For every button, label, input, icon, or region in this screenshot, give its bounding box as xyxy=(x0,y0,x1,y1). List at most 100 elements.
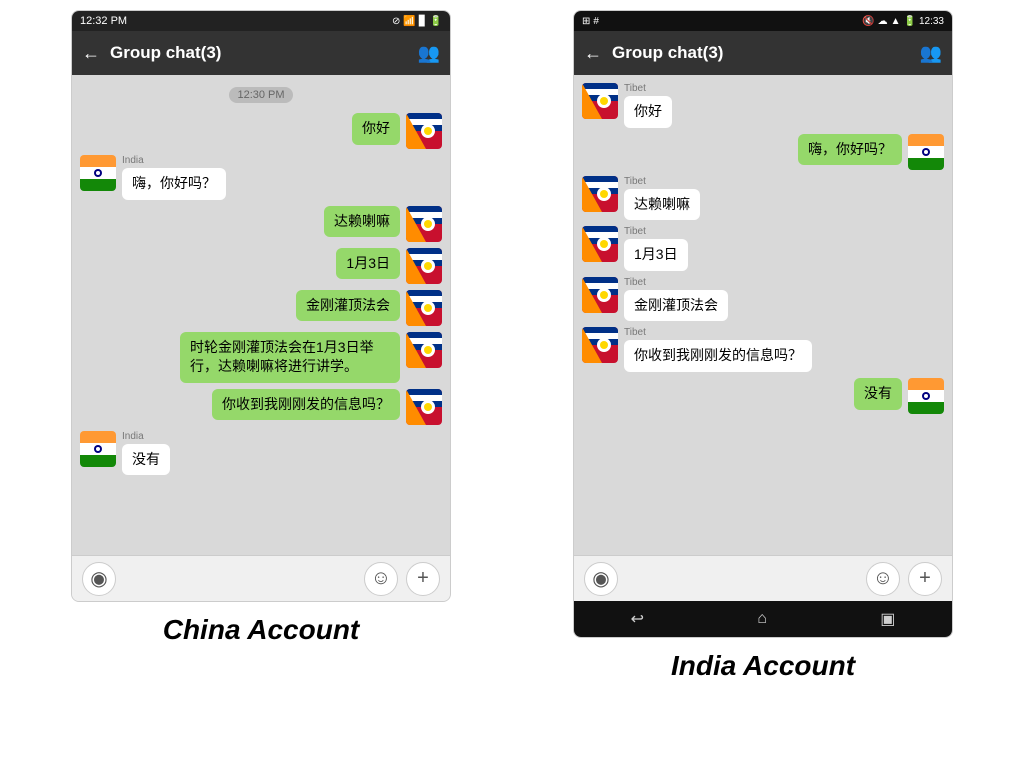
china-msg-4: 1月3日 xyxy=(80,248,442,284)
china-msg-8-content: India 没有 xyxy=(122,431,170,476)
china-msg-1-bubble: 你好 xyxy=(352,113,400,145)
china-msg-4-avatar xyxy=(406,248,442,284)
india-app-header: ← Group chat(3) 👥 xyxy=(574,31,952,75)
india-voice-icon: ◉ xyxy=(592,566,609,591)
battery-icon: 🔋 xyxy=(430,16,442,27)
china-emoji-button[interactable]: ☺ xyxy=(364,562,398,596)
india-msg-2-content: 嗨，你好吗？ xyxy=(798,134,902,166)
india-msg-3-content: Tibet 达赖喇嘛 xyxy=(624,176,700,221)
china-msg-5-avatar xyxy=(406,290,442,326)
india-emoji-button[interactable]: ☺ xyxy=(866,562,900,596)
china-msg-7-bubble: 你收到我刚刚发的信息吗？ xyxy=(212,389,400,421)
india-msg-3-sender: Tibet xyxy=(624,176,700,187)
india-msg-6-content: Tibet 你收到我刚刚发的信息吗？ xyxy=(624,327,812,372)
china-msg-5: 金刚灌顶法会 xyxy=(80,290,442,326)
india-msg-7-bubble: 没有 xyxy=(854,378,902,410)
china-phone-container: 12:32 PM ⊘ 📶 ▊ 🔋 ← Group chat(3) 👥 12:30… xyxy=(20,10,502,646)
india-emoji-icon: ☺ xyxy=(873,567,893,590)
india-wifi-icon: ☁ xyxy=(878,16,888,27)
india-voice-button[interactable]: ◉ xyxy=(584,562,618,596)
india-msg-1-sender: Tibet xyxy=(624,83,672,94)
india-msg-2: 嗨，你好吗？ xyxy=(582,134,944,170)
india-plus-icon: + xyxy=(919,567,931,590)
india-status-bar: ⊞ # 🔇 ☁ ▲ 🔋 12:33 xyxy=(574,11,952,31)
china-msg-1-avatar xyxy=(406,113,442,149)
china-msg-3-bubble: 达赖喇嘛 xyxy=(324,206,400,238)
india-battery-icon: 🔋 xyxy=(904,16,916,27)
india-msg-7-avatar xyxy=(908,378,944,414)
india-android-nav: ↩ ⌂ ▣ xyxy=(574,601,952,637)
china-msg-2-bubble: 嗨，你好吗？ xyxy=(122,168,226,200)
android-home-button[interactable]: ⌂ xyxy=(757,610,767,628)
android-back-button[interactable]: ↩ xyxy=(631,609,644,629)
india-label: India Account xyxy=(671,650,855,682)
china-back-button[interactable]: ← xyxy=(82,43,100,64)
india-contacts-icon[interactable]: 👥 xyxy=(920,43,942,64)
india-msg-2-avatar xyxy=(908,134,944,170)
china-app-header: ← Group chat(3) 👥 xyxy=(72,31,450,75)
india-msg-4-avatar xyxy=(582,226,618,262)
india-msg-1-content: Tibet 你好 xyxy=(624,83,672,128)
android-recent-button[interactable]: ▣ xyxy=(880,609,895,629)
china-msg-6-bubble: 时轮金刚灌顶法会在1月3日举行，达赖喇嘛将进行讲学。 xyxy=(180,332,400,383)
mute-icon: ⊘ xyxy=(392,16,400,27)
india-msg-5-sender: Tibet xyxy=(624,277,728,288)
india-msg-1-bubble: 你好 xyxy=(624,96,672,128)
india-msg-4-sender: Tibet xyxy=(624,226,688,237)
china-msg-6: 时轮金刚灌顶法会在1月3日举行，达赖喇嘛将进行讲学。 xyxy=(80,332,442,383)
plus-icon: + xyxy=(417,567,429,590)
china-msg-2-avatar xyxy=(80,155,116,191)
china-status-icons: ⊘ 📶 ▊ 🔋 xyxy=(392,16,442,27)
china-msg-7-avatar xyxy=(406,389,442,425)
india-msg-3-bubble: 达赖喇嘛 xyxy=(624,189,700,221)
india-msg-5-bubble: 金刚灌顶法会 xyxy=(624,290,728,322)
image-icon: ⊞ xyxy=(582,16,590,27)
india-phone: ⊞ # 🔇 ☁ ▲ 🔋 12:33 ← Group chat(3) 👥 xyxy=(573,10,953,638)
india-status-icons: 🔇 ☁ ▲ 🔋 12:33 xyxy=(862,16,944,27)
china-msg-3-avatar xyxy=(406,206,442,242)
india-msg-6-avatar xyxy=(582,327,618,363)
india-msg-5-content: Tibet 金刚灌顶法会 xyxy=(624,277,728,322)
india-bottom-bar: ◉ ☺ + xyxy=(574,555,952,601)
china-bottom-bar: ◉ ☺ + xyxy=(72,555,450,601)
china-msg-8-bubble: 没有 xyxy=(122,444,170,476)
india-msg-1: Tibet 你好 xyxy=(582,83,944,128)
china-chat-area: 12:30 PM 你好 xyxy=(72,75,450,555)
china-msg-2-sender: India xyxy=(122,155,226,166)
china-phone: 12:32 PM ⊘ 📶 ▊ 🔋 ← Group chat(3) 👥 12:30… xyxy=(71,10,451,602)
india-phone-container: ⊞ # 🔇 ☁ ▲ 🔋 12:33 ← Group chat(3) 👥 xyxy=(522,10,1004,682)
india-chat-area: Tibet 你好 嗨，你好吗？ xyxy=(574,75,952,555)
voice-icon: ◉ xyxy=(90,566,107,591)
india-plus-button[interactable]: + xyxy=(908,562,942,596)
signal-icon: ▊ xyxy=(419,16,427,27)
china-msg-5-content: 金刚灌顶法会 xyxy=(296,290,400,322)
china-msg-8-sender: India xyxy=(122,431,170,442)
china-msg-2: India 嗨，你好吗？ xyxy=(80,155,442,200)
china-msg-1: 你好 xyxy=(80,113,442,149)
india-back-button[interactable]: ← xyxy=(584,43,602,64)
china-voice-button[interactable]: ◉ xyxy=(82,562,116,596)
china-label: China Account xyxy=(163,614,360,646)
hash-icon: # xyxy=(593,16,599,27)
china-msg-3-content: 达赖喇嘛 xyxy=(324,206,400,238)
china-plus-button[interactable]: + xyxy=(406,562,440,596)
china-status-bar: 12:32 PM ⊘ 📶 ▊ 🔋 xyxy=(72,11,450,31)
india-msg-3-avatar xyxy=(582,176,618,212)
china-msg-1-content: 你好 xyxy=(352,113,400,145)
india-msg-7: 没有 xyxy=(582,378,944,414)
india-msg-6-bubble: 你收到我刚刚发的信息吗？ xyxy=(624,340,812,372)
wifi-icon: 📶 xyxy=(403,16,415,27)
china-msg-8: India 没有 xyxy=(80,431,442,476)
india-notif-icons: ⊞ # xyxy=(582,16,599,27)
india-chat-title: Group chat(3) xyxy=(612,43,910,63)
india-msg-5-avatar xyxy=(582,277,618,313)
china-msg-7: 你收到我刚刚发的信息吗？ xyxy=(80,389,442,425)
china-msg-5-bubble: 金刚灌顶法会 xyxy=(296,290,400,322)
china-msg-6-content: 时轮金刚灌顶法会在1月3日举行，达赖喇嘛将进行讲学。 xyxy=(180,332,400,383)
india-mute-icon: 🔇 xyxy=(862,16,874,27)
india-msg-2-bubble: 嗨，你好吗？ xyxy=(798,134,902,166)
india-msg-5: Tibet 金刚灌顶法会 xyxy=(582,277,944,322)
china-contacts-icon[interactable]: 👥 xyxy=(418,43,440,64)
india-msg-7-content: 没有 xyxy=(854,378,902,410)
india-msg-4-bubble: 1月3日 xyxy=(624,239,688,271)
